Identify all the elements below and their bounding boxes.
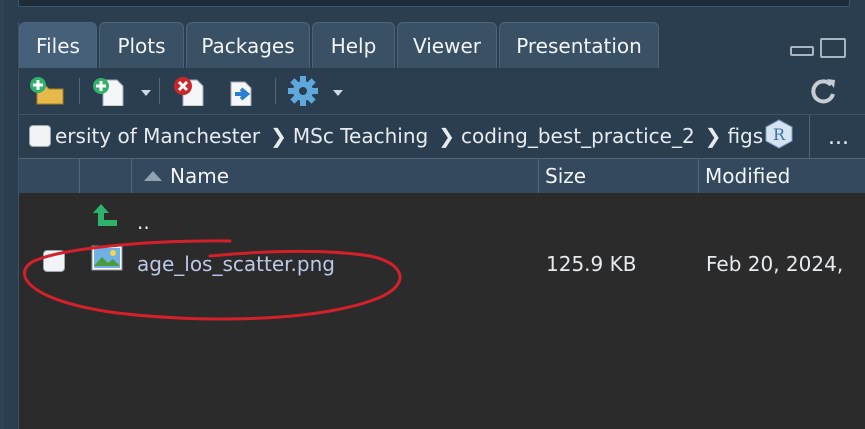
toolbar-separator [79, 78, 80, 104]
tab-help[interactable]: Help [312, 22, 395, 68]
tab-packages[interactable]: Packages [186, 22, 310, 68]
r-project-icon[interactable]: R [765, 119, 793, 149]
upper-pane-edge [18, 0, 850, 7]
new-folder-icon[interactable] [29, 76, 67, 106]
breadcrumb: ersity of Manchester ❯ MSc Teaching ❯ coding… [19, 114, 865, 159]
gear-icon[interactable] [287, 76, 321, 106]
toolbar-separator [159, 78, 160, 104]
maximize-pane-button[interactable] [820, 38, 846, 58]
breadcrumb-item[interactable]: ersity of Manchester [55, 124, 260, 148]
image-file-icon [91, 245, 123, 271]
tab-plots[interactable]: Plots [99, 22, 184, 68]
select-all-checkbox[interactable] [29, 125, 51, 147]
tab-bar: Files Plots Packages Help Viewer Present… [19, 22, 865, 68]
breadcrumb-path: ersity of Manchester ❯ MSc Teaching ❯ coding… [55, 124, 775, 148]
column-header-modified-label: Modified [705, 164, 791, 188]
files-pane: Files Plots Packages Help Viewer Present… [18, 22, 865, 429]
breadcrumb-item[interactable]: figs [727, 124, 763, 148]
tab-presentation[interactable]: Presentation [499, 22, 659, 68]
breadcrumb-item[interactable]: coding_best_practice_2 [461, 124, 695, 148]
rename-file-icon[interactable] [223, 76, 263, 106]
table-row[interactable]: age_los_scatter.png 125.9 KB Feb 20, 202… [19, 239, 865, 285]
refresh-icon[interactable] [809, 76, 839, 106]
row-checkbox[interactable] [43, 250, 65, 272]
list-item[interactable]: .. [19, 193, 865, 239]
tab-viewer[interactable]: Viewer [397, 22, 497, 68]
column-header-size-label: Size [545, 164, 587, 188]
sort-ascending-icon [144, 171, 162, 181]
minimize-pane-button[interactable] [790, 46, 814, 56]
column-header-modified[interactable]: Modified [699, 159, 865, 193]
file-link[interactable]: age_los_scatter.png [137, 252, 335, 276]
svg-text:R: R [773, 125, 786, 144]
file-size: 125.9 KB [546, 252, 637, 276]
file-list: .. age_los_scatter.png 125.9 KB Feb 20, … [19, 193, 865, 429]
chevron-right-icon: ❯ [438, 124, 455, 148]
file-table-header: Name Size Modified [19, 158, 865, 194]
go-to-directory-button[interactable]: ... [809, 115, 865, 159]
header-checkbox-column [19, 159, 80, 193]
tab-files[interactable]: Files [19, 22, 97, 68]
chevron-right-icon: ❯ [270, 124, 287, 148]
window-left-edge [0, 0, 4, 429]
header-icon-column [80, 159, 132, 193]
new-file-icon[interactable] [91, 76, 131, 106]
chevron-down-icon[interactable] [333, 90, 343, 96]
delete-file-icon[interactable] [171, 76, 211, 106]
column-header-name[interactable]: Name [132, 159, 539, 193]
chevron-right-icon: ❯ [704, 124, 722, 148]
column-header-name-label: Name [170, 164, 230, 188]
file-modified: Feb 20, 2024, [706, 252, 844, 276]
breadcrumb-item[interactable]: MSc Teaching [293, 124, 428, 148]
up-arrow-icon [93, 204, 117, 226]
files-toolbar [19, 68, 865, 114]
toolbar-separator [275, 78, 276, 104]
chevron-down-icon[interactable] [141, 90, 151, 96]
pane-window-controls [790, 38, 846, 58]
parent-directory-link[interactable]: .. [137, 210, 150, 234]
column-header-size[interactable]: Size [539, 159, 699, 193]
